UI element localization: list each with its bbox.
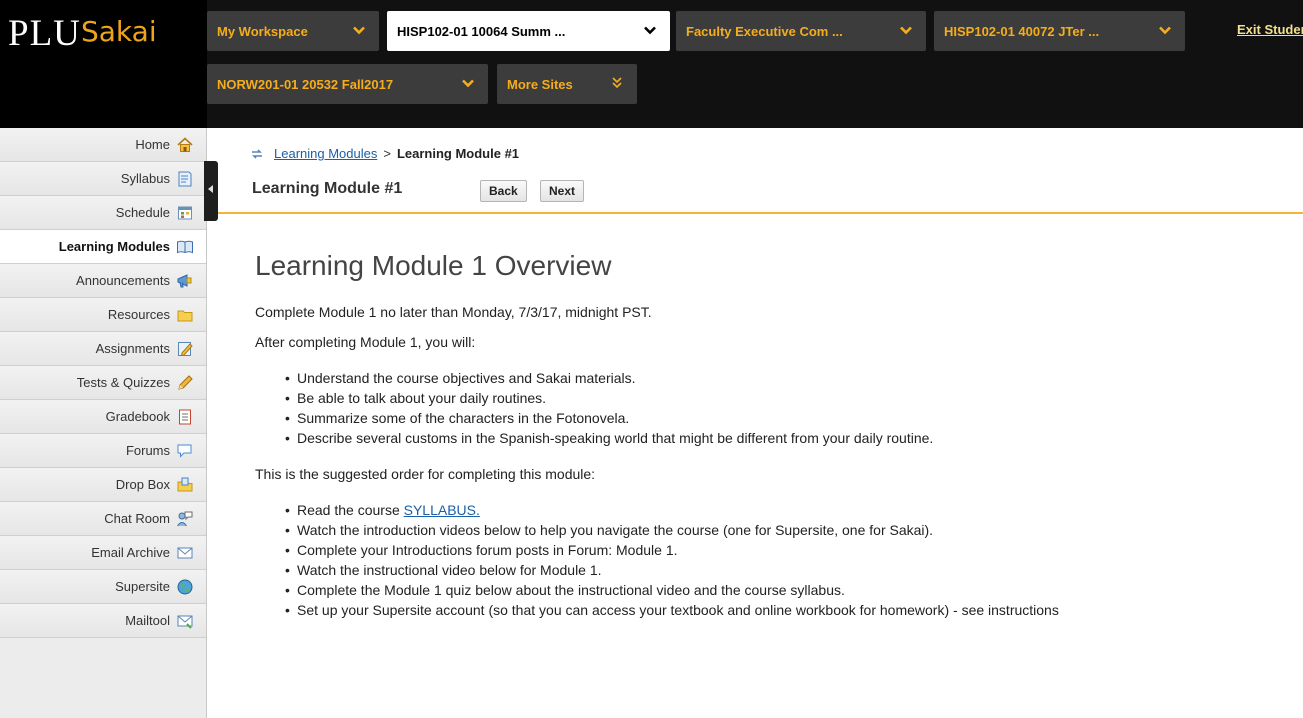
list-item: Complete the Module 1 quiz below about t… bbox=[285, 580, 1303, 600]
double-chevron-down-icon bbox=[609, 75, 625, 91]
tool-label: Learning Modules bbox=[58, 239, 170, 254]
tool-syllabus[interactable]: Syllabus bbox=[0, 162, 206, 196]
list-item: Set up your Supersite account (so that y… bbox=[285, 600, 1303, 620]
assignment-icon bbox=[176, 340, 194, 358]
list-item: Understand the course objectives and Sak… bbox=[285, 368, 1303, 388]
tool-label: Tests & Quizzes bbox=[76, 375, 170, 390]
site-tab-label: HISP102-01 40072 JTer ... bbox=[944, 23, 1100, 39]
next-button[interactable]: Next bbox=[540, 180, 585, 202]
tool-label: Schedule bbox=[115, 205, 170, 220]
tool-label: Mailtool bbox=[125, 613, 170, 628]
tool-resources[interactable]: Resources bbox=[0, 298, 206, 332]
top-header: PLU Sakai My Workspace HISP102-01 10064 … bbox=[0, 0, 1303, 128]
folder-icon bbox=[176, 306, 194, 324]
site-tab-label: NORW201-01 20532 Fall2017 bbox=[217, 76, 394, 92]
tool-label: Drop Box bbox=[115, 477, 170, 492]
list-item: Watch the instructional video below for … bbox=[285, 560, 1303, 580]
tool-label: Syllabus bbox=[120, 171, 170, 186]
breadcrumb-learning-modules-link[interactable]: Learning Modules bbox=[274, 146, 377, 161]
tool-label: Email Archive bbox=[91, 545, 170, 560]
chevron-down-icon bbox=[460, 75, 476, 91]
tool-supersite[interactable]: Supersite bbox=[0, 570, 206, 604]
book-icon bbox=[176, 238, 194, 256]
tool-email-archive[interactable]: Email Archive bbox=[0, 536, 206, 570]
steps-list: Read the course SYLLABUS. Watch the intr… bbox=[285, 500, 1303, 620]
objectives-lead: After completing Module 1, you will: bbox=[255, 334, 476, 350]
chevron-down-icon bbox=[351, 22, 367, 38]
tool-home[interactable]: Home bbox=[0, 128, 206, 162]
tool-tests-quizzes[interactable]: Tests & Quizzes bbox=[0, 366, 206, 400]
site-tab-label: More Sites bbox=[507, 76, 573, 92]
tool-schedule[interactable]: Schedule bbox=[0, 196, 206, 230]
tool-label: Forums bbox=[125, 443, 170, 458]
site-tab-norw201[interactable]: NORW201-01 20532 Fall2017 bbox=[207, 64, 488, 104]
reset-icon[interactable] bbox=[250, 147, 264, 161]
title-divider bbox=[218, 212, 1303, 214]
site-tab-hisp102-10064[interactable]: HISP102-01 10064 Summ ... bbox=[387, 11, 670, 51]
tool-gradebook[interactable]: Gradebook bbox=[0, 400, 206, 434]
tool-label: Home bbox=[135, 137, 170, 152]
tool-label: Gradebook bbox=[105, 409, 170, 424]
tool-label: Assignments bbox=[95, 341, 170, 356]
intro-text: Complete Module 1 no later than Monday, … bbox=[255, 304, 652, 320]
module-content: Learning Module 1 Overview Complete Modu… bbox=[255, 250, 1303, 638]
tool-menu: Home Syllabus Schedule Learning Modules … bbox=[0, 128, 207, 718]
back-button[interactable]: Back bbox=[480, 180, 527, 202]
site-tab-hisp102-40072[interactable]: HISP102-01 40072 JTer ... bbox=[934, 11, 1185, 51]
tool-label: Supersite bbox=[115, 579, 170, 594]
tool-label: Announcements bbox=[76, 273, 170, 288]
logo-plu-text: PLU bbox=[8, 13, 81, 54]
syllabus-link[interactable]: SYLLABUS. bbox=[404, 502, 480, 518]
megaphone-icon bbox=[176, 272, 194, 290]
more-sites-button[interactable]: More Sites bbox=[497, 64, 637, 104]
list-item: Summarize some of the characters in the … bbox=[285, 408, 1303, 428]
breadcrumb-separator: > bbox=[383, 146, 391, 161]
pencil-icon bbox=[176, 374, 194, 392]
plu-sakai-logo[interactable]: PLU Sakai bbox=[0, 0, 207, 128]
globe-icon bbox=[176, 578, 194, 596]
list-item: Describe several customs in the Spanish-… bbox=[285, 428, 1303, 448]
speech-bubble-icon bbox=[176, 442, 194, 460]
breadcrumb: Learning Modules > Learning Module #1 bbox=[250, 146, 519, 161]
envelope-icon bbox=[176, 544, 194, 562]
page-title: Learning Module #1 bbox=[252, 180, 403, 197]
tool-announcements[interactable]: Announcements bbox=[0, 264, 206, 298]
breadcrumb-current: Learning Module #1 bbox=[396, 146, 520, 161]
collapse-menu-toggle[interactable] bbox=[204, 161, 218, 221]
step-text: Read the course bbox=[297, 502, 404, 518]
tool-forums[interactable]: Forums bbox=[0, 434, 206, 468]
tool-drop-box[interactable]: Drop Box bbox=[0, 468, 206, 502]
collapse-arrow-icon bbox=[208, 185, 213, 193]
tool-mailtool[interactable]: Mailtool bbox=[0, 604, 206, 638]
tool-chat-room[interactable]: Chat Room bbox=[0, 502, 206, 536]
calendar-icon bbox=[176, 204, 194, 222]
home-icon bbox=[176, 136, 194, 154]
objectives-list: Understand the course objectives and Sak… bbox=[285, 368, 1303, 448]
content-heading: Learning Module 1 Overview bbox=[255, 250, 612, 281]
chevron-down-icon bbox=[1157, 22, 1173, 38]
list-item: Watch the introduction videos below to h… bbox=[285, 520, 1303, 540]
site-tab-faculty-executive[interactable]: Faculty Executive Com ... bbox=[676, 11, 926, 51]
chevron-down-icon bbox=[898, 22, 914, 38]
syllabus-icon bbox=[176, 170, 194, 188]
tool-label: Resources bbox=[107, 307, 170, 322]
list-item: Be able to talk about your daily routine… bbox=[285, 388, 1303, 408]
logo-sakai-text: Sakai bbox=[81, 15, 157, 48]
mail-icon bbox=[176, 612, 194, 630]
chevron-down-icon bbox=[642, 22, 658, 38]
gradebook-icon bbox=[176, 408, 194, 426]
exit-student-view-link[interactable]: Exit Studer bbox=[1237, 22, 1303, 37]
tool-label: Chat Room bbox=[104, 511, 170, 526]
tool-learning-modules[interactable]: Learning Modules bbox=[0, 230, 206, 264]
list-item: Read the course SYLLABUS. bbox=[285, 500, 1303, 520]
steps-lead: This is the suggested order for completi… bbox=[255, 466, 596, 482]
list-item: Complete your Introductions forum posts … bbox=[285, 540, 1303, 560]
site-tab-label: My Workspace bbox=[217, 23, 308, 39]
site-tab-label: HISP102-01 10064 Summ ... bbox=[397, 23, 566, 39]
tool-assignments[interactable]: Assignments bbox=[0, 332, 206, 366]
chat-icon bbox=[176, 510, 194, 528]
site-tab-my-workspace[interactable]: My Workspace bbox=[207, 11, 379, 51]
dropbox-icon bbox=[176, 476, 194, 494]
site-tab-label: Faculty Executive Com ... bbox=[686, 23, 843, 39]
